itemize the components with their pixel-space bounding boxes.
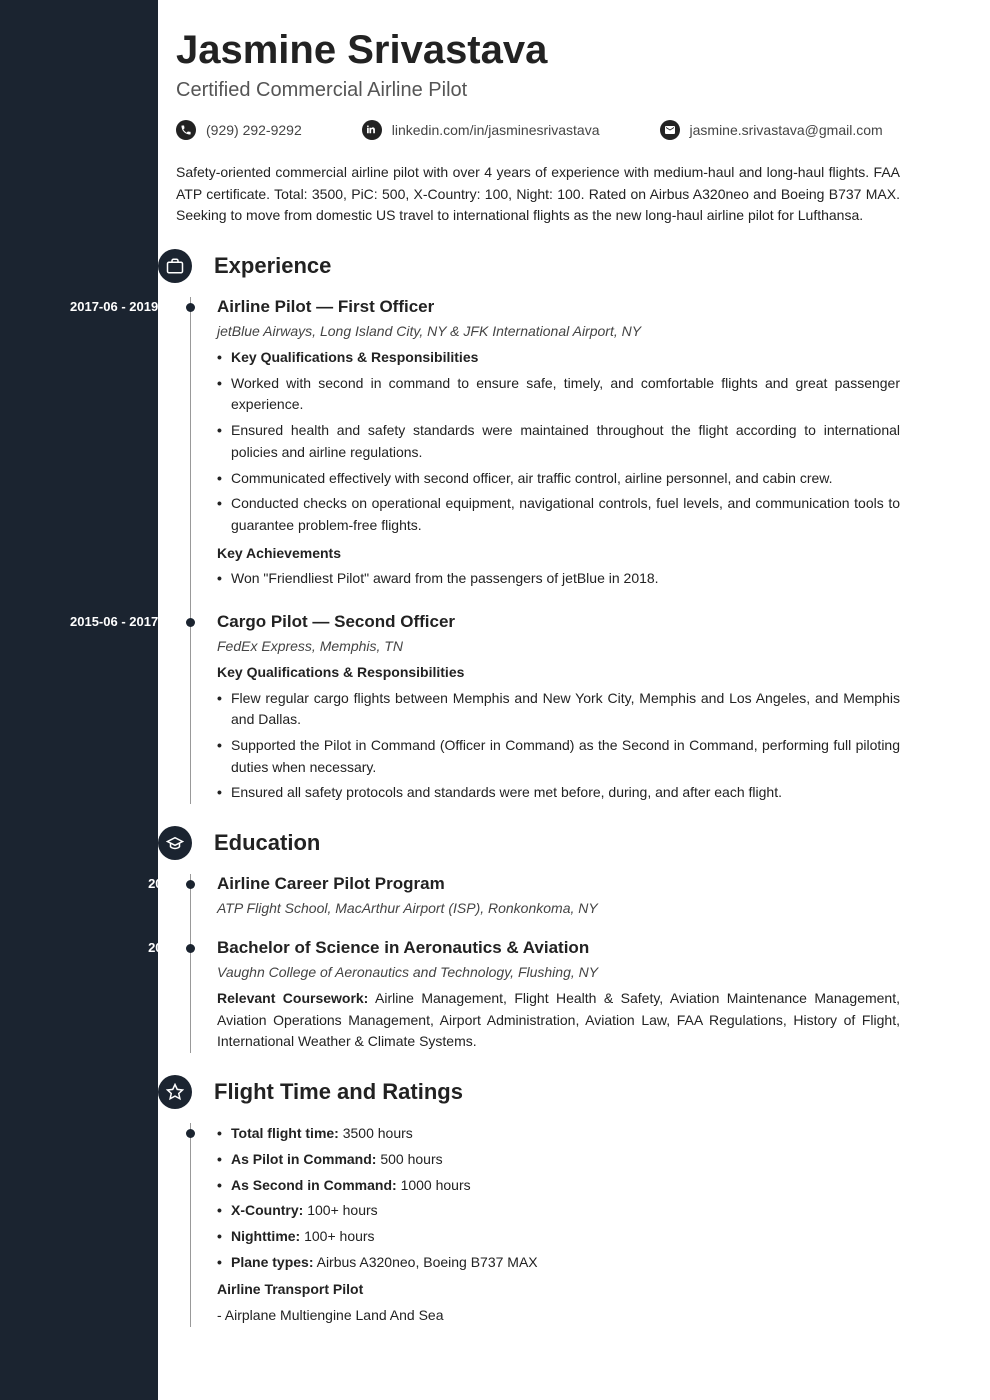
email-icon [660, 120, 680, 140]
exp2-b3: Ensured all safety protocols and standar… [217, 782, 900, 804]
flight-l5: Nighttime: 100+ hours [217, 1226, 900, 1248]
flight-l4b: 100+ hours [303, 1202, 377, 1218]
main-content: Jasmine Srivastava Certified Commercial … [158, 0, 990, 1400]
exp1-b3: Communicated effectively with second off… [217, 468, 900, 490]
sidebar [0, 0, 158, 1400]
date-exp1: 2017-06 - 2019-07 [27, 299, 177, 314]
edu1-sub: ATP Flight School, MacArthur Airport (IS… [217, 900, 900, 916]
linkedin-text: linkedin.com/in/jasminesrivastava [392, 122, 600, 138]
section-experience: Experience 2017-06 - 2019-07 Airline Pil… [176, 249, 900, 804]
person-name: Jasmine Srivastava [176, 28, 900, 73]
edu1-title: Airline Career Pilot Program [217, 874, 900, 894]
phone-text: (929) 292-9292 [206, 122, 302, 138]
flight-l3b: 1000 hours [397, 1177, 471, 1193]
flight-l6: Plane types: Airbus A320neo, Boeing B737… [217, 1252, 900, 1274]
flight-l2b: 500 hours [376, 1151, 442, 1167]
flight-l1a: Total flight time: [231, 1125, 339, 1141]
date-edu1: 2015 [27, 876, 177, 891]
exp1-ka: Key Achievements [217, 543, 900, 565]
contact-row: (929) 292-9292 linkedin.com/in/jasminesr… [176, 120, 900, 140]
date-exp2: 2015-06 - 2017-06 [27, 614, 177, 629]
flight-l3: As Second in Command: 1000 hours [217, 1175, 900, 1197]
graduation-cap-icon [158, 826, 192, 860]
exp2-b1: Flew regular cargo flights between Memph… [217, 688, 900, 731]
section-header-flight: Flight Time and Ratings [172, 1075, 900, 1109]
flight-l6a: Plane types: [231, 1254, 313, 1270]
section-header-education: Education [172, 826, 900, 860]
linkedin-icon [362, 120, 382, 140]
experience-entry-1: 2017-06 - 2019-07 Airline Pilot — First … [217, 297, 900, 590]
resume-page: Jasmine Srivastava Certified Commercial … [0, 0, 990, 1400]
exp2-body: Key Qualifications & Responsibilities Fl… [217, 662, 900, 804]
flight-l1b: 3500 hours [339, 1125, 413, 1141]
flight-l5b: 100+ hours [300, 1228, 374, 1244]
edu2-sub: Vaughn College of Aeronautics and Techno… [217, 964, 900, 980]
contact-email: jasmine.srivastava@gmail.com [660, 120, 883, 140]
person-title: Certified Commercial Airline Pilot [176, 79, 900, 102]
briefcase-icon [158, 249, 192, 283]
contact-linkedin: linkedin.com/in/jasminesrivastava [362, 120, 600, 140]
flight-body: Total flight time: 3500 hours As Pilot i… [217, 1123, 900, 1327]
flight-atp-sub: - Airplane Multiengine Land And Sea [217, 1305, 900, 1327]
section-title-education: Education [214, 830, 320, 856]
edu2-title: Bachelor of Science in Aeronautics & Avi… [217, 938, 900, 958]
phone-icon [176, 120, 196, 140]
experience-timeline: 2017-06 - 2019-07 Airline Pilot — First … [190, 297, 900, 804]
email-text: jasmine.srivastava@gmail.com [690, 122, 883, 138]
exp1-title: Airline Pilot — First Officer [217, 297, 900, 317]
education-entry-1: 2015 Airline Career Pilot Program ATP Fl… [217, 874, 900, 916]
star-icon [158, 1075, 192, 1109]
education-entry-2: 2013 Bachelor of Science in Aeronautics … [217, 938, 900, 1053]
exp2-b2: Supported the Pilot in Command (Officer … [217, 735, 900, 778]
section-flight: Flight Time and Ratings Total flight tim… [176, 1075, 900, 1327]
edu2-body: Relevant Coursework: Airline Management,… [217, 988, 900, 1053]
flight-atp: Airline Transport Pilot [217, 1279, 900, 1301]
section-education: Education 2015 Airline Career Pilot Prog… [176, 826, 900, 1053]
flight-l6b: Airbus A320neo, Boeing B737 MAX [313, 1254, 537, 1270]
exp1-sub: jetBlue Airways, Long Island City, NY & … [217, 323, 900, 339]
experience-entry-2: 2015-06 - 2017-06 Cargo Pilot — Second O… [217, 612, 900, 804]
flight-l3a: As Second in Command: [231, 1177, 397, 1193]
exp1-a1: Won "Friendliest Pilot" award from the p… [217, 568, 900, 590]
flight-l5a: Nighttime: [231, 1228, 300, 1244]
exp1-b4: Conducted checks on operational equipmen… [217, 493, 900, 536]
exp1-kq: Key Qualifications & Responsibilities [231, 349, 478, 365]
flight-entry: Total flight time: 3500 hours As Pilot i… [217, 1123, 900, 1327]
exp2-title: Cargo Pilot — Second Officer [217, 612, 900, 632]
summary-text: Safety-oriented commercial airline pilot… [176, 162, 900, 227]
education-timeline: 2015 Airline Career Pilot Program ATP Fl… [190, 874, 900, 1053]
section-title-flight: Flight Time and Ratings [214, 1079, 463, 1105]
flight-l4a: X-Country: [231, 1202, 303, 1218]
edu2-rc-label: Relevant Coursework: [217, 990, 368, 1006]
section-title-experience: Experience [214, 253, 331, 279]
flight-l2: As Pilot in Command: 500 hours [217, 1149, 900, 1171]
exp1-body: Key Qualifications & Responsibilities Wo… [217, 347, 900, 590]
flight-l2a: As Pilot in Command: [231, 1151, 376, 1167]
exp1-b2: Ensured health and safety standards were… [217, 420, 900, 463]
contact-phone: (929) 292-9292 [176, 120, 302, 140]
flight-l4: X-Country: 100+ hours [217, 1200, 900, 1222]
date-edu2: 2013 [27, 940, 177, 955]
flight-l1: Total flight time: 3500 hours [217, 1123, 900, 1145]
flight-timeline: Total flight time: 3500 hours As Pilot i… [190, 1123, 900, 1327]
exp2-sub: FedEx Express, Memphis, TN [217, 638, 900, 654]
exp2-kq: Key Qualifications & Responsibilities [217, 662, 900, 684]
exp1-b1: Worked with second in command to ensure … [217, 373, 900, 416]
section-header-experience: Experience [172, 249, 900, 283]
